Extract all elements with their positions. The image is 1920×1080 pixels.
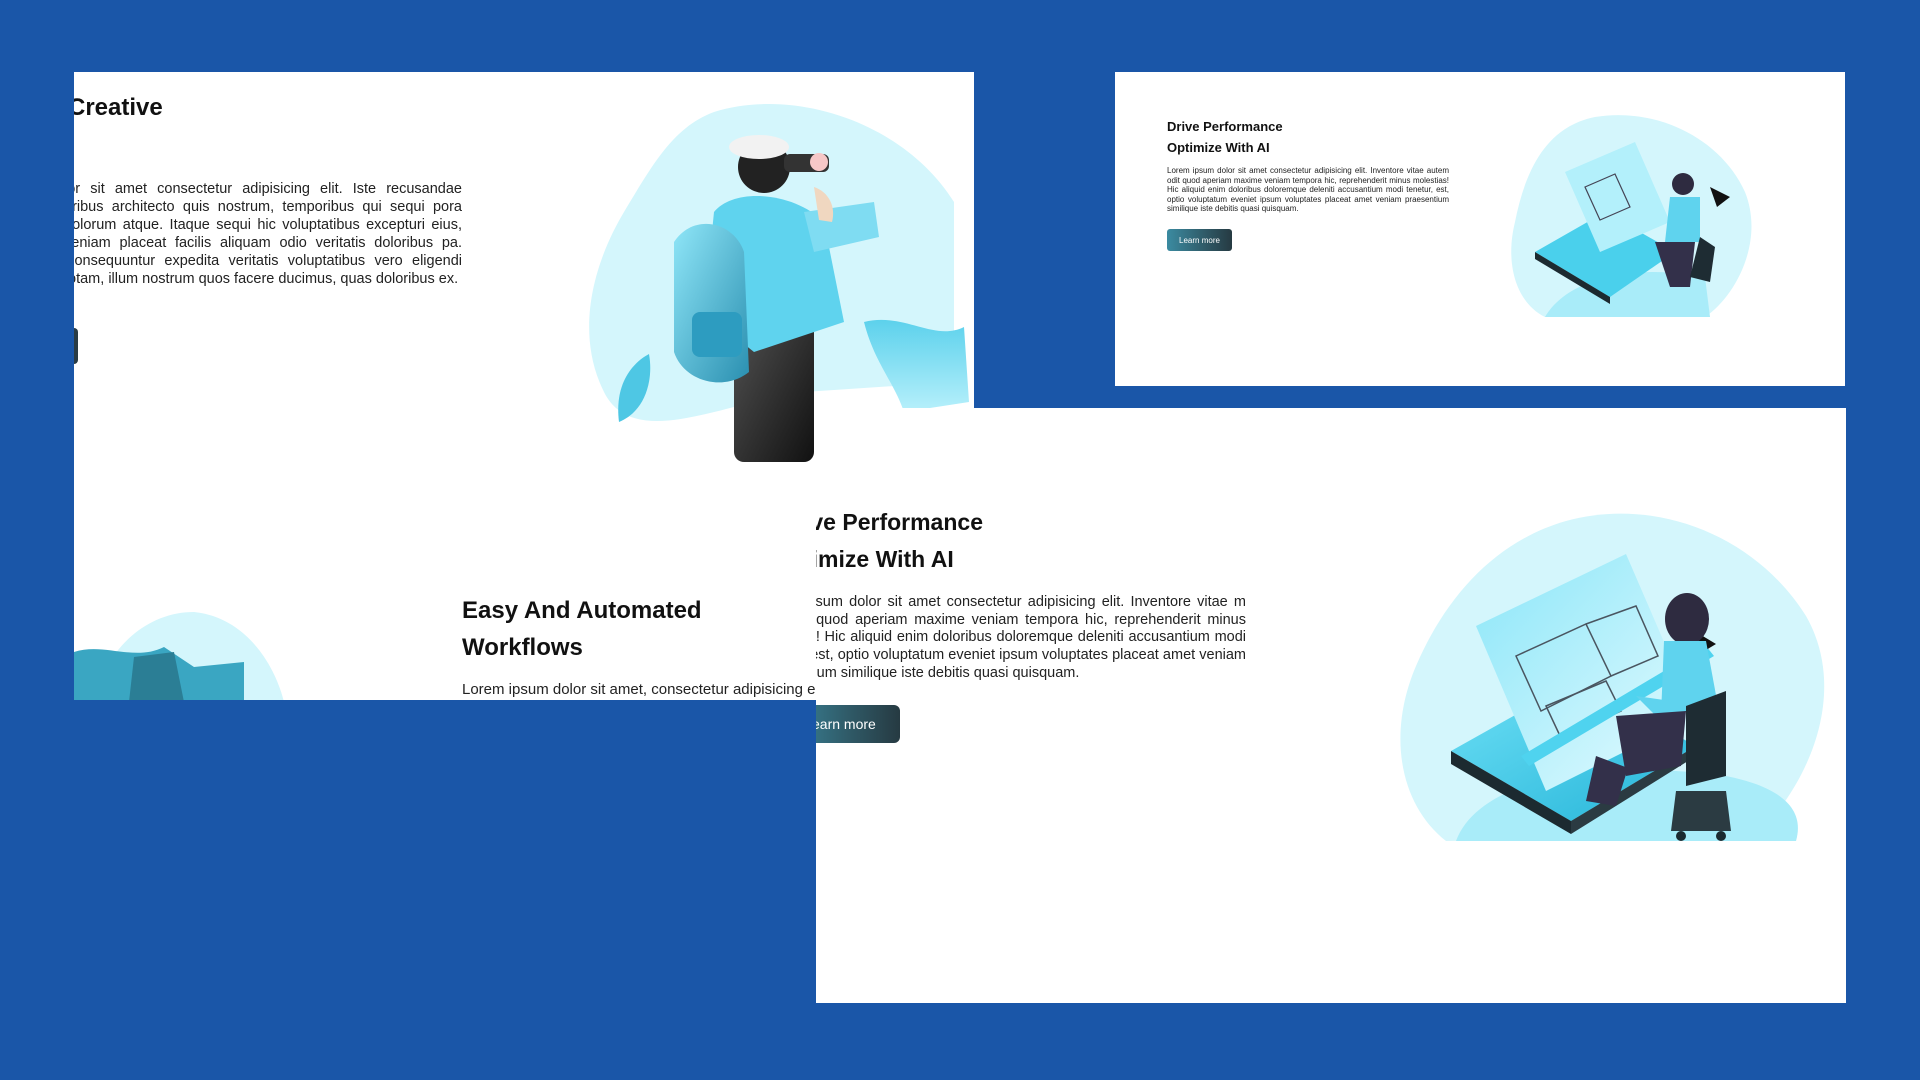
- slide-drive-performance: ive Performance timize With AI m ipsum d…: [816, 408, 1846, 1003]
- learn-more-button[interactable]: earn more: [816, 705, 900, 743]
- section-title: ive Performance timize With AI: [816, 504, 983, 578]
- title-line-1: ive Performance: [816, 509, 983, 535]
- designer-at-drafting-table-illustration: [1511, 115, 1752, 317]
- title-line-1: Drive Performance: [1167, 119, 1283, 134]
- section-body: m ipsum dolor sit amet consectetur adipi…: [816, 594, 1246, 681]
- slide-drive-performance-small: Drive Performance Optimize With AI Lorem…: [1115, 72, 1845, 386]
- learn-more-button[interactable]: Learn more: [1167, 229, 1232, 251]
- section-body: lor sit amet consectetur adipisicing eli…: [74, 181, 462, 287]
- blob-rocks-illustration: [74, 612, 284, 700]
- section-title: Drive Performance Optimize With AI: [1167, 116, 1367, 158]
- workflows-body: Lorem ipsum dolor sit amet, consectetur …: [462, 681, 819, 698]
- title-line-2: Optimize With AI: [1167, 140, 1270, 155]
- section-title: Creative: [74, 94, 163, 121]
- section-body: Lorem ipsum dolor sit amet consectetur a…: [1167, 166, 1449, 213]
- title-line-2: timize With AI: [816, 546, 954, 572]
- designer-at-drafting-table-illustration: [1400, 513, 1825, 841]
- cta-button[interactable]: [74, 328, 78, 364]
- workflows-title: Easy And Automated Workflows: [462, 597, 702, 661]
